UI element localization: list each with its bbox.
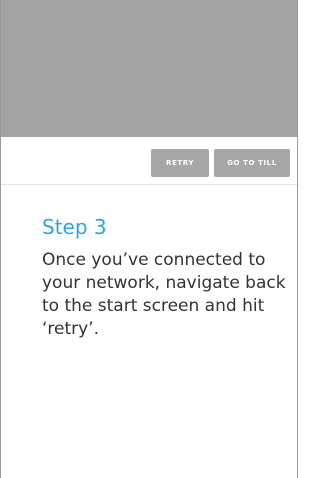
step-title: Step 3 xyxy=(42,215,107,239)
step-content: Step 3 Once you’ve connected to your net… xyxy=(1,185,297,478)
image-placeholder xyxy=(1,0,297,137)
step-description: Once you’ve connected to your network, n… xyxy=(42,250,286,339)
app-frame: RETRY GO TO TILL Step 3 Once you’ve conn… xyxy=(0,0,298,478)
retry-button[interactable]: RETRY xyxy=(151,149,209,177)
action-toolbar: RETRY GO TO TILL xyxy=(1,137,297,185)
go-to-till-button[interactable]: GO TO TILL xyxy=(214,149,290,177)
